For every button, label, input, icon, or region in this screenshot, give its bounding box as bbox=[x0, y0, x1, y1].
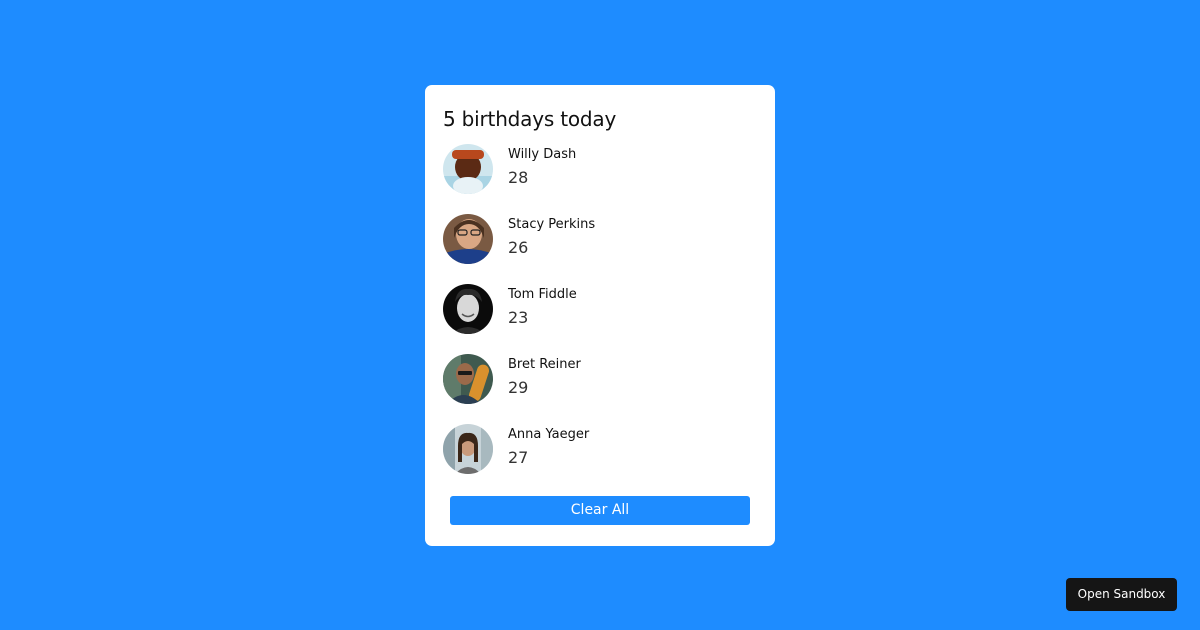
person-age: 29 bbox=[508, 378, 529, 397]
person-name: Tom Fiddle bbox=[508, 287, 577, 302]
person-name: Willy Dash bbox=[508, 147, 577, 162]
clear-all-button[interactable]: Clear All bbox=[450, 496, 750, 525]
birthday-card: 5 birthdays today Willy Dash 28 Stacy Pe… bbox=[425, 85, 775, 546]
avatar bbox=[443, 284, 493, 334]
card-title: 5 birthdays today bbox=[443, 107, 617, 131]
list-item: Bret Reiner 29 bbox=[443, 354, 753, 404]
list-item: Stacy Perkins 26 bbox=[443, 214, 753, 264]
avatar bbox=[443, 144, 493, 194]
open-sandbox-button[interactable]: Open Sandbox bbox=[1066, 578, 1177, 611]
person-name: Stacy Perkins bbox=[508, 217, 596, 232]
person-age: 28 bbox=[508, 168, 529, 187]
person-age: 26 bbox=[508, 238, 529, 257]
avatar bbox=[443, 354, 493, 404]
avatar bbox=[443, 214, 493, 264]
person-name: Anna Yaeger bbox=[508, 427, 590, 442]
person-age: 23 bbox=[508, 308, 529, 327]
list-item: Tom Fiddle 23 bbox=[443, 284, 753, 334]
avatar bbox=[443, 424, 493, 474]
list-item: Willy Dash 28 bbox=[443, 144, 753, 194]
person-age: 27 bbox=[508, 448, 529, 467]
list-item: Anna Yaeger 27 bbox=[443, 424, 753, 474]
person-name: Bret Reiner bbox=[508, 357, 581, 372]
